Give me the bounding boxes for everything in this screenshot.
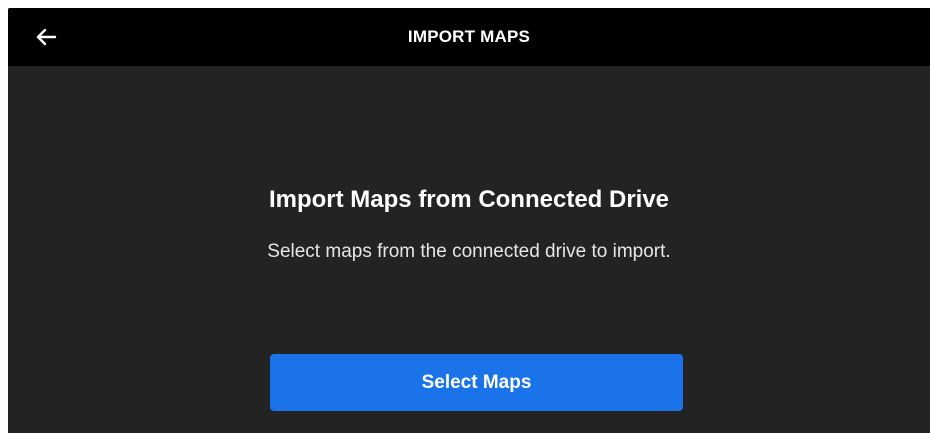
select-maps-button[interactable]: Select Maps [270,354,683,411]
import-maps-screen: IMPORT MAPS Import Maps from Connected D… [8,8,930,433]
top-bar: IMPORT MAPS [8,8,930,66]
import-description: Select maps from the connected drive to … [267,241,671,262]
import-heading: Import Maps from Connected Drive [268,186,670,213]
page-title: IMPORT MAPS [407,27,531,46]
